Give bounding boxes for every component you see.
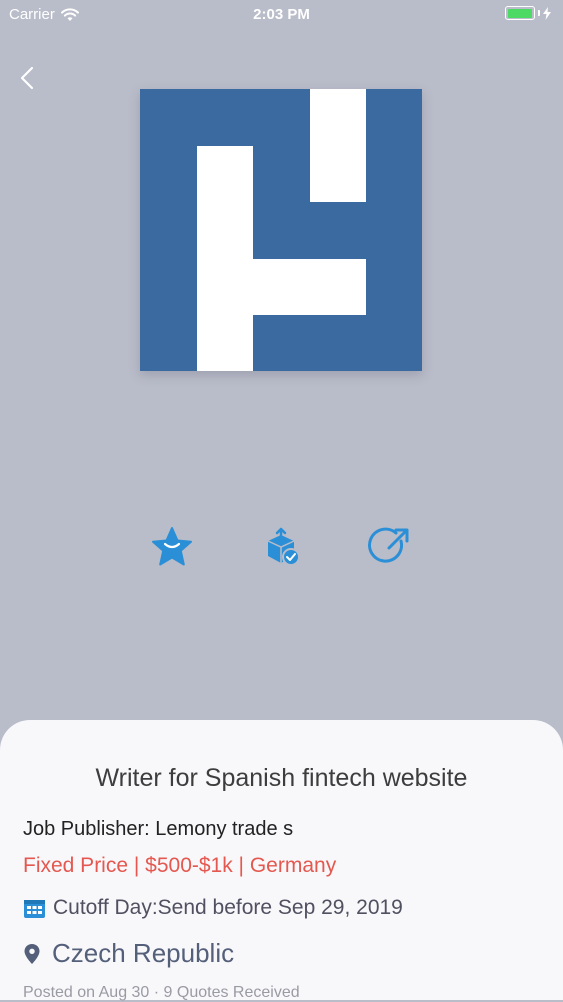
cutoff-text: Cutoff Day:Send before Sep 29, 2019 bbox=[53, 896, 403, 919]
location-text: Czech Republic bbox=[52, 938, 235, 968]
job-title: Writer for Spanish fintech website bbox=[95, 764, 468, 792]
box-check-icon bbox=[267, 527, 300, 566]
job-publisher: Job Publisher: Lemony trade s bbox=[23, 818, 294, 840]
status-time: 2:03 PM bbox=[253, 6, 310, 23]
favorite-button[interactable] bbox=[149, 524, 195, 570]
battery-icon bbox=[505, 6, 535, 20]
job-location: Czech Republic bbox=[23, 938, 234, 969]
cutoff-day: Cutoff Day:Send before Sep 29, 2019 bbox=[23, 896, 403, 920]
status-bar: Carrier 2:03 PM bbox=[0, 0, 563, 30]
chevron-left-icon bbox=[20, 66, 34, 90]
battery-level bbox=[507, 8, 532, 18]
apply-button[interactable] bbox=[258, 524, 304, 570]
star-icon bbox=[152, 527, 192, 566]
posted-info: Posted on Aug 30 · 9 Quotes Received bbox=[23, 984, 300, 1001]
charging-bolt-icon bbox=[543, 6, 551, 20]
price-info: Fixed Price | $500-$1k | Germany bbox=[23, 854, 337, 877]
share-arrow-icon bbox=[368, 527, 409, 563]
battery-indicator bbox=[505, 6, 551, 20]
share-button[interactable] bbox=[367, 524, 413, 570]
company-logo bbox=[140, 89, 422, 371]
calendar-icon bbox=[24, 899, 45, 918]
back-button[interactable] bbox=[14, 64, 40, 92]
battery-tip bbox=[538, 10, 540, 16]
location-pin-icon bbox=[24, 943, 40, 964]
